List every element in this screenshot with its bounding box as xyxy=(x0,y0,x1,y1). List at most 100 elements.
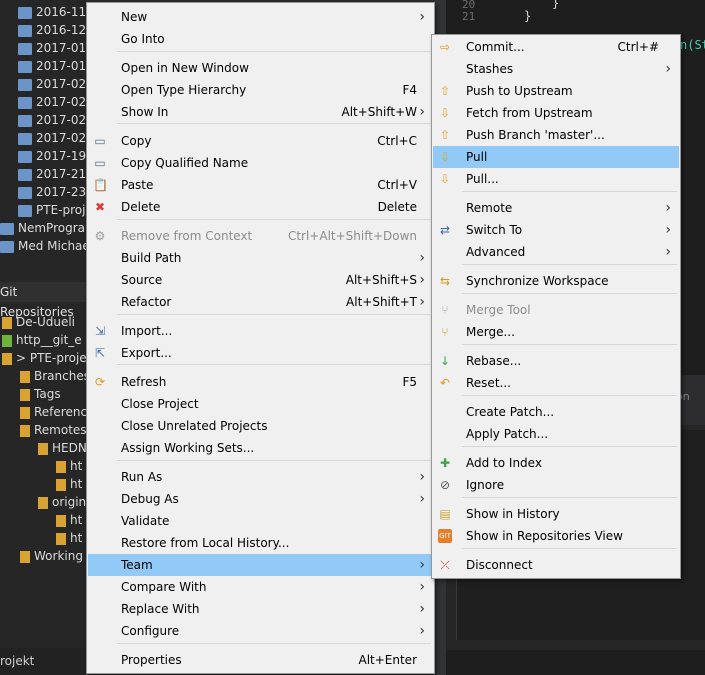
menu-item-replace-with[interactable]: Replace With › xyxy=(88,598,433,620)
git-repo-item[interactable]: Referenc xyxy=(20,403,87,421)
menu-item-reset[interactable]: ↶ Reset... xyxy=(433,372,679,394)
pull-icon: ⇩ xyxy=(439,150,451,164)
menu-item-merge-tool[interactable]: ⑂ Merge Tool xyxy=(433,299,679,321)
menu-item-run-as[interactable]: Run As › xyxy=(88,466,433,488)
git-repo-item[interactable]: ht xyxy=(56,475,82,493)
git-repo-item[interactable]: http__git_e xyxy=(2,331,82,349)
menu-item-label: Copy Qualified Name xyxy=(121,156,249,170)
context-menu: New › Go Into Open in New Window Open Type H… xyxy=(86,2,435,674)
menu-item-push-to-upstream[interactable]: ⇧ Push to Upstream xyxy=(433,80,679,102)
menu-item-label: Advanced xyxy=(466,245,526,259)
menu-item-label: Apply Patch... xyxy=(466,427,549,441)
menu-item-copy[interactable]: ▭ Copy Ctrl+C xyxy=(88,130,433,152)
explorer-item[interactable]: 2017-02- xyxy=(18,129,90,147)
menu-item-paste[interactable]: 📋 Paste Ctrl+V xyxy=(88,174,433,196)
explorer-item[interactable]: PTE-proj xyxy=(18,201,85,219)
menu-item-apply-patch[interactable]: Apply Patch... xyxy=(433,423,679,445)
menu-item-advanced[interactable]: Advanced › xyxy=(433,241,679,263)
menu-item-disconnect[interactable]: ⤫ Disconnect xyxy=(433,554,679,576)
menu-item-rebase[interactable]: ↓ Rebase... xyxy=(433,350,679,372)
menu-item-switch-to[interactable]: ⇄ Switch To › xyxy=(433,219,679,241)
menu-item-remove-from-context[interactable]: ⚙ Remove from Context Ctrl+Alt+Shift+Down xyxy=(88,225,433,247)
line-number: 21 xyxy=(462,10,476,23)
fetch-icon: ⇩ xyxy=(439,106,451,120)
git-repositories-header[interactable]: Git Repositories xyxy=(0,282,86,319)
explorer-item[interactable]: 2017-02- xyxy=(18,75,90,93)
menu-item-label: Debug As xyxy=(121,492,179,506)
menu-item-commit[interactable]: ⇨ Commit... Ctrl+# xyxy=(433,36,679,58)
menu-item-restore-from-local-history[interactable]: Restore from Local History... xyxy=(88,532,433,554)
explorer-item[interactable]: 2017-01- xyxy=(18,39,90,57)
git-repo-item[interactable]: ht xyxy=(56,529,82,547)
menu-item-synchronize-workspace[interactable]: ⇆ Synchronize Workspace xyxy=(433,270,679,292)
menu-item-shortcut: Alt+Shift+S xyxy=(345,273,417,287)
menu-item-close-unrelated-projects[interactable]: Close Unrelated Projects xyxy=(88,415,433,437)
explorer-item[interactable]: 2017-23- xyxy=(18,183,90,201)
team-submenu: ⇨ Commit... Ctrl+# Stashes › ⇧ Push to Upstrea… xyxy=(431,34,681,579)
menu-item-label: Close Project xyxy=(121,397,199,411)
menu-item-ignore[interactable]: ⊘ Ignore xyxy=(433,474,679,496)
menu-item-show-in-repositories-view[interactable]: GIT Show in Repositories View xyxy=(433,525,679,547)
menu-item-open-in-new-window[interactable]: Open in New Window xyxy=(88,57,433,79)
menu-item-remote[interactable]: Remote › xyxy=(433,197,679,219)
git-repo-item[interactable]: ht xyxy=(56,457,82,475)
explorer-item[interactable]: 2016-12- xyxy=(18,21,90,39)
menu-item-assign-working-sets[interactable]: Assign Working Sets... xyxy=(88,437,433,459)
menu-item-team[interactable]: Team › xyxy=(88,554,433,576)
git-repo-item[interactable]: ht xyxy=(56,511,82,529)
menu-item-fetch-from-upstream[interactable]: ⇩ Fetch from Upstream xyxy=(433,102,679,124)
menu-item-open-type-hierarchy[interactable]: Open Type Hierarchy F4 xyxy=(88,79,433,101)
menu-item-stashes[interactable]: Stashes › xyxy=(433,58,679,80)
repo-icon xyxy=(20,424,30,437)
explorer-item[interactable]: 2017-02- xyxy=(18,111,90,129)
menu-item-pull[interactable]: ⇩ Pull xyxy=(433,146,679,168)
menu-item-push-branch-master[interactable]: ⇧ Push Branch 'master'... xyxy=(433,124,679,146)
menu-item-properties[interactable]: Properties Alt+Enter xyxy=(88,649,433,671)
explorer-item[interactable]: 2017-21- xyxy=(18,165,90,183)
explorer-item-label: Med Michae xyxy=(18,239,90,253)
git-repo-item[interactable]: origin xyxy=(38,493,86,511)
repo-icon xyxy=(2,352,12,365)
menu-item-refactor[interactable]: Refactor Alt+Shift+T › xyxy=(88,291,433,313)
menu-item-close-project[interactable]: Close Project xyxy=(88,393,433,415)
git-repo-item[interactable]: Remotes xyxy=(20,421,87,439)
git-repo-item[interactable]: De-Udueli xyxy=(2,313,75,331)
menu-item-configure[interactable]: Configure › xyxy=(88,620,433,642)
menu-item-create-patch[interactable]: Create Patch... xyxy=(433,401,679,423)
menu-item-label: Stashes xyxy=(466,62,514,76)
git-repo-item[interactable]: > PTE-projel xyxy=(2,349,90,367)
menu-item-show-in-history[interactable]: ▤ Show in History xyxy=(433,503,679,525)
menu-item-show-in[interactable]: Show In Alt+Shift+W › xyxy=(88,101,433,123)
menu-item-label: Show in History xyxy=(466,507,560,521)
explorer-item[interactable]: 2017-19- xyxy=(18,147,90,165)
push-branch-icon: ⇧ xyxy=(439,128,451,142)
submenu-arrow-icon: › xyxy=(665,222,671,238)
menu-item-add-to-index[interactable]: ✚ Add to Index xyxy=(433,452,679,474)
menu-item-go-into[interactable]: Go Into xyxy=(88,28,433,50)
menu-item-delete[interactable]: ✖ Delete Delete xyxy=(88,196,433,218)
menu-item-new[interactable]: New › xyxy=(88,6,433,28)
menu-item-label: Show in Repositories View xyxy=(466,529,623,543)
menu-item-export[interactable]: ⇱ Export... xyxy=(88,342,433,364)
folder-icon xyxy=(18,60,32,73)
git-repo-item[interactable]: Tags xyxy=(20,385,61,403)
git-repo-item[interactable]: Branches xyxy=(20,367,90,385)
repo-icon xyxy=(20,550,30,563)
git-repo-item[interactable]: HEDN xyxy=(38,439,87,457)
menu-item-compare-with[interactable]: Compare With › xyxy=(88,576,433,598)
menu-item-build-path[interactable]: Build Path › xyxy=(88,247,433,269)
menu-item-validate[interactable]: Validate xyxy=(88,510,433,532)
menu-item-copy-qualified-name[interactable]: ▭ Copy Qualified Name xyxy=(88,152,433,174)
explorer-item[interactable]: Med Michae xyxy=(0,237,90,255)
menu-item-source[interactable]: Source Alt+Shift+S › xyxy=(88,269,433,291)
menu-item-pull[interactable]: ⇩ Pull... xyxy=(433,168,679,190)
menu-item-refresh[interactable]: ⟳ Refresh F5 xyxy=(88,371,433,393)
menu-item-debug-as[interactable]: Debug As › xyxy=(88,488,433,510)
git-repo-item[interactable]: Working xyxy=(20,547,83,565)
menu-item-import[interactable]: ⇲ Import... xyxy=(88,320,433,342)
explorer-item[interactable]: NemProgram xyxy=(0,219,97,237)
explorer-item[interactable]: 2017-01- xyxy=(18,57,90,75)
explorer-item[interactable]: 2016-11- xyxy=(18,3,90,21)
menu-item-merge[interactable]: ⑂ Merge... xyxy=(433,321,679,343)
explorer-item[interactable]: 2017-02- xyxy=(18,93,90,111)
